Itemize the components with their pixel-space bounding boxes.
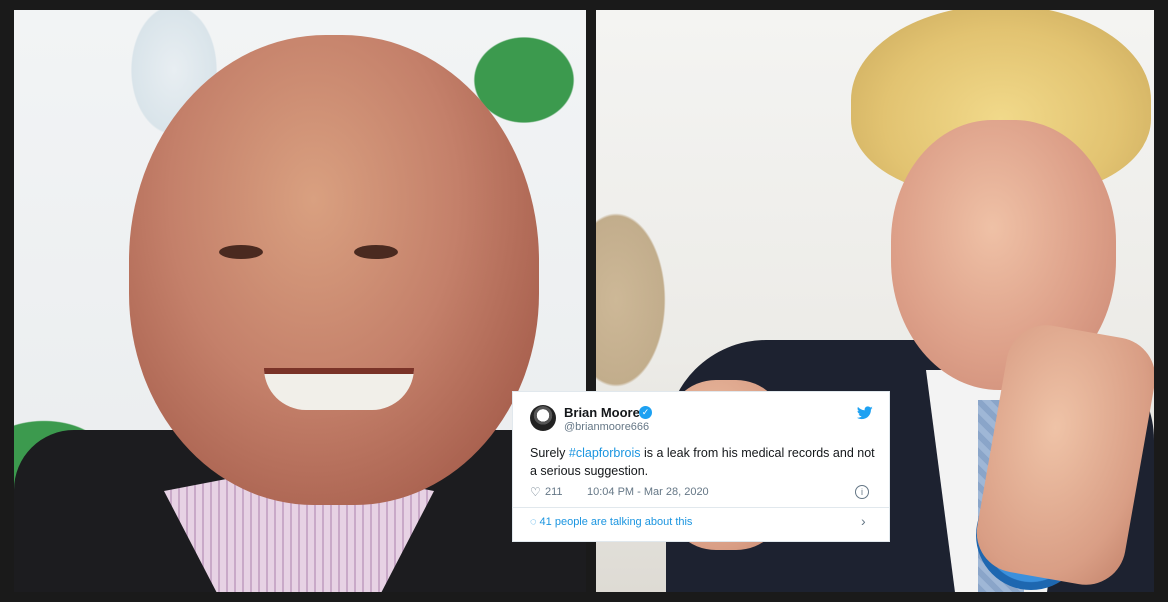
heart-icon[interactable]: ♡	[530, 485, 541, 499]
hashtag-link[interactable]: #clapforbrois	[569, 446, 641, 460]
conversation-link[interactable]: ◌ 41 people are talking about this	[530, 516, 692, 528]
timestamp[interactable]: 10:04 PM - Mar 28, 2020	[587, 486, 709, 498]
avatar[interactable]	[530, 405, 556, 431]
comment-bubble-icon: ◌	[530, 516, 537, 528]
chevron-right-icon[interactable]: ›	[861, 513, 866, 529]
tweet-text: Surely #clapforbrois is a leak from his …	[530, 444, 875, 480]
right-eye	[354, 245, 398, 259]
verified-icon: ✓	[639, 406, 652, 419]
conversation-text: 41 people are talking about this	[539, 516, 693, 528]
left-eye	[219, 245, 263, 259]
divider	[513, 507, 889, 508]
tweet-meta: ♡ 211 10:04 PM - Mar 28, 2020 i	[530, 485, 875, 501]
left-head	[129, 35, 539, 505]
smile	[264, 368, 414, 410]
embedded-tweet[interactable]: Brian Moore ✓ @brianmoore666 Surely #cla…	[513, 392, 889, 541]
info-icon[interactable]: i	[855, 485, 869, 499]
twitter-bird-icon[interactable]	[857, 406, 873, 420]
tweet-text-start: Surely	[530, 446, 569, 460]
handle[interactable]: @brianmoore666	[564, 421, 649, 433]
display-name[interactable]: Brian Moore	[564, 405, 640, 420]
like-count: 211	[545, 486, 563, 498]
left-photo	[14, 10, 586, 592]
